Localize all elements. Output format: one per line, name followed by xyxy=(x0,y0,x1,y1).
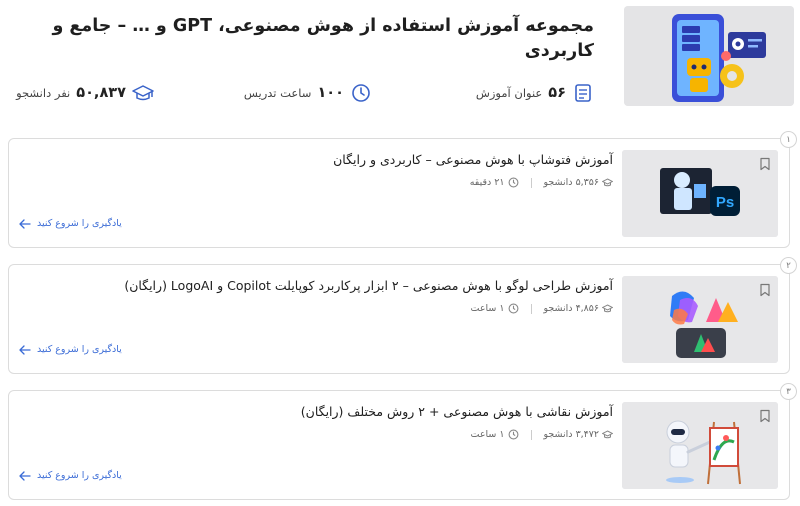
course-duration: ۱ ساعت xyxy=(471,429,519,440)
ai-painting-robot-illustration xyxy=(622,402,778,489)
course-duration: ۱ ساعت xyxy=(471,303,519,314)
course-duration-text: ۱ ساعت xyxy=(470,303,505,314)
collection-header: مجموعه آموزش استفاده از هوش مصنوعی، GPT … xyxy=(0,0,800,120)
clock-icon xyxy=(508,177,518,188)
stat-students-label: نفر دانشجو xyxy=(16,86,71,100)
bookmark-icon[interactable] xyxy=(758,156,772,171)
course-meta: ۳,۴۷۲ دانشجو ۱ ساعت xyxy=(471,429,613,440)
course-index: ۱ xyxy=(780,131,797,148)
photoshop-logo-text: Ps xyxy=(716,194,734,211)
arrow-left-icon xyxy=(19,218,31,229)
start-learning-label: یادگیری را شروع کنید xyxy=(37,218,122,229)
course-thumbnail[interactable] xyxy=(622,402,778,489)
stat-students: ۵۰,۸۳۷ نفر دانشجو xyxy=(16,80,154,106)
course-students: ۵,۳۵۶ دانشجو xyxy=(543,177,613,188)
logo-design-ai-illustration xyxy=(622,276,778,363)
course-meta: ۴,۸۵۶ دانشجو ۱ ساعت xyxy=(471,303,613,314)
book-icon xyxy=(572,82,594,104)
course-title[interactable]: آموزش فتوشاپ با هوش مصنوعی – کاربردی و ر… xyxy=(53,151,613,170)
start-learning-label: یادگیری را شروع کنید xyxy=(37,344,122,355)
stat-courses-value: ۵۶ xyxy=(548,85,566,101)
clock-icon xyxy=(350,82,372,104)
meta-divider xyxy=(530,303,532,314)
clock-icon xyxy=(508,303,518,314)
arrow-left-icon xyxy=(19,470,31,481)
photoshop-ai-illustration: Ps xyxy=(622,150,778,237)
course-card[interactable]: ۲ آموزش طراحی لوگو با هوش مصنوعی – ۲ ابز… xyxy=(8,257,797,374)
start-learning-label: یادگیری را شروع کنید xyxy=(37,470,122,481)
start-learning-link[interactable]: یادگیری را شروع کنید xyxy=(19,218,122,229)
clock-icon xyxy=(508,429,518,440)
collection-thumbnail xyxy=(624,6,794,106)
course-students-text: ۵,۳۵۶ دانشجو xyxy=(543,177,600,188)
stat-hours-label: ساعت تدریس xyxy=(243,86,312,100)
course-title[interactable]: آموزش نقاشی با هوش مصنوعی + ۲ روش مختلف … xyxy=(53,403,613,422)
graduation-cap-icon xyxy=(602,178,613,187)
course-students: ۴,۸۵۶ دانشجو xyxy=(543,303,613,314)
stat-courses-label: عنوان آموزش xyxy=(475,86,543,100)
meta-divider xyxy=(530,429,532,440)
graduation-cap-icon xyxy=(602,304,613,313)
graduation-cap-icon xyxy=(132,82,154,104)
ai-robot-illustration xyxy=(624,6,794,106)
course-card[interactable]: ۱ Ps آموزش فتوشاپ با هوش مصنوعی – کاربرد… xyxy=(8,131,797,248)
course-duration-text: ۱ ساعت xyxy=(470,429,505,440)
course-thumbnail[interactable] xyxy=(622,276,778,363)
stat-courses: ۵۶ عنوان آموزش xyxy=(476,80,594,106)
start-learning-link[interactable]: یادگیری را شروع کنید xyxy=(19,470,122,481)
arrow-left-icon xyxy=(19,344,31,355)
course-students-text: ۳,۴۷۲ دانشجو xyxy=(543,429,600,440)
course-card[interactable]: ۳ آموزش نقاشی با هوش مصنوعی + ۲ روش مختل… xyxy=(8,383,797,500)
collection-stats: ۵۶ عنوان آموزش ۱۰۰ ساعت تدریس ۵۰,۸۳۷ نفر… xyxy=(4,80,594,106)
course-title[interactable]: آموزش طراحی لوگو با هوش مصنوعی – ۲ ابزار… xyxy=(53,277,613,296)
stat-students-value: ۵۰,۸۳۷ xyxy=(76,85,126,101)
course-meta: ۵,۳۵۶ دانشجو ۲۱ دقیقه xyxy=(470,177,613,188)
page-title: مجموعه آموزش استفاده از هوش مصنوعی، GPT … xyxy=(52,16,594,61)
bookmark-icon[interactable] xyxy=(758,282,772,297)
stat-hours-value: ۱۰۰ xyxy=(317,85,344,101)
meta-divider xyxy=(530,177,532,188)
course-students-text: ۴,۸۵۶ دانشجو xyxy=(543,303,600,314)
course-index: ۲ xyxy=(780,257,797,274)
course-students: ۳,۴۷۲ دانشجو xyxy=(543,429,613,440)
start-learning-link[interactable]: یادگیری را شروع کنید xyxy=(19,344,122,355)
graduation-cap-icon xyxy=(602,430,613,439)
course-duration: ۲۱ دقیقه xyxy=(470,177,519,188)
stat-hours: ۱۰۰ ساعت تدریس xyxy=(244,80,372,106)
course-duration-text: ۲۱ دقیقه xyxy=(469,177,505,188)
bookmark-icon[interactable] xyxy=(758,408,772,423)
course-index: ۳ xyxy=(780,383,797,400)
course-thumbnail[interactable]: Ps xyxy=(622,150,778,237)
